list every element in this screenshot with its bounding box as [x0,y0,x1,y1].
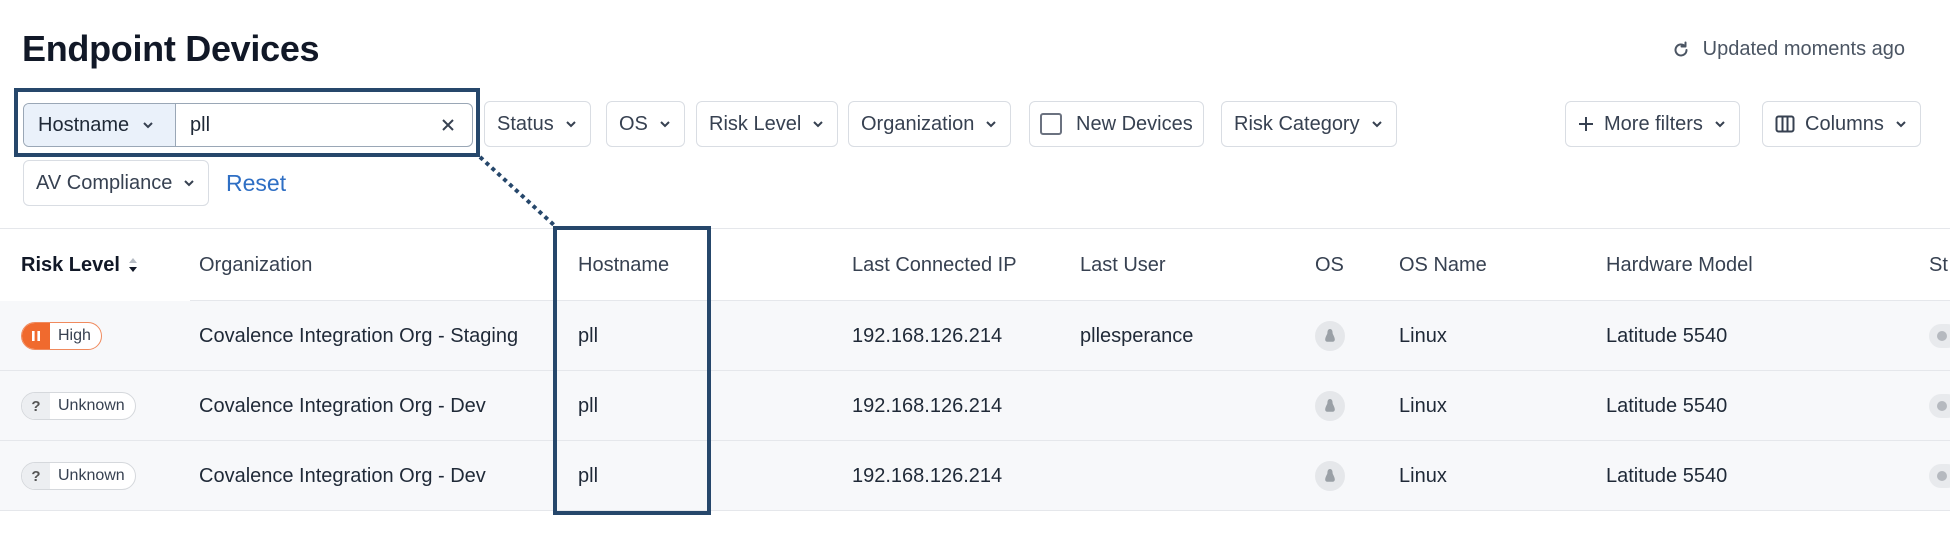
highlight-connector [478,155,557,228]
